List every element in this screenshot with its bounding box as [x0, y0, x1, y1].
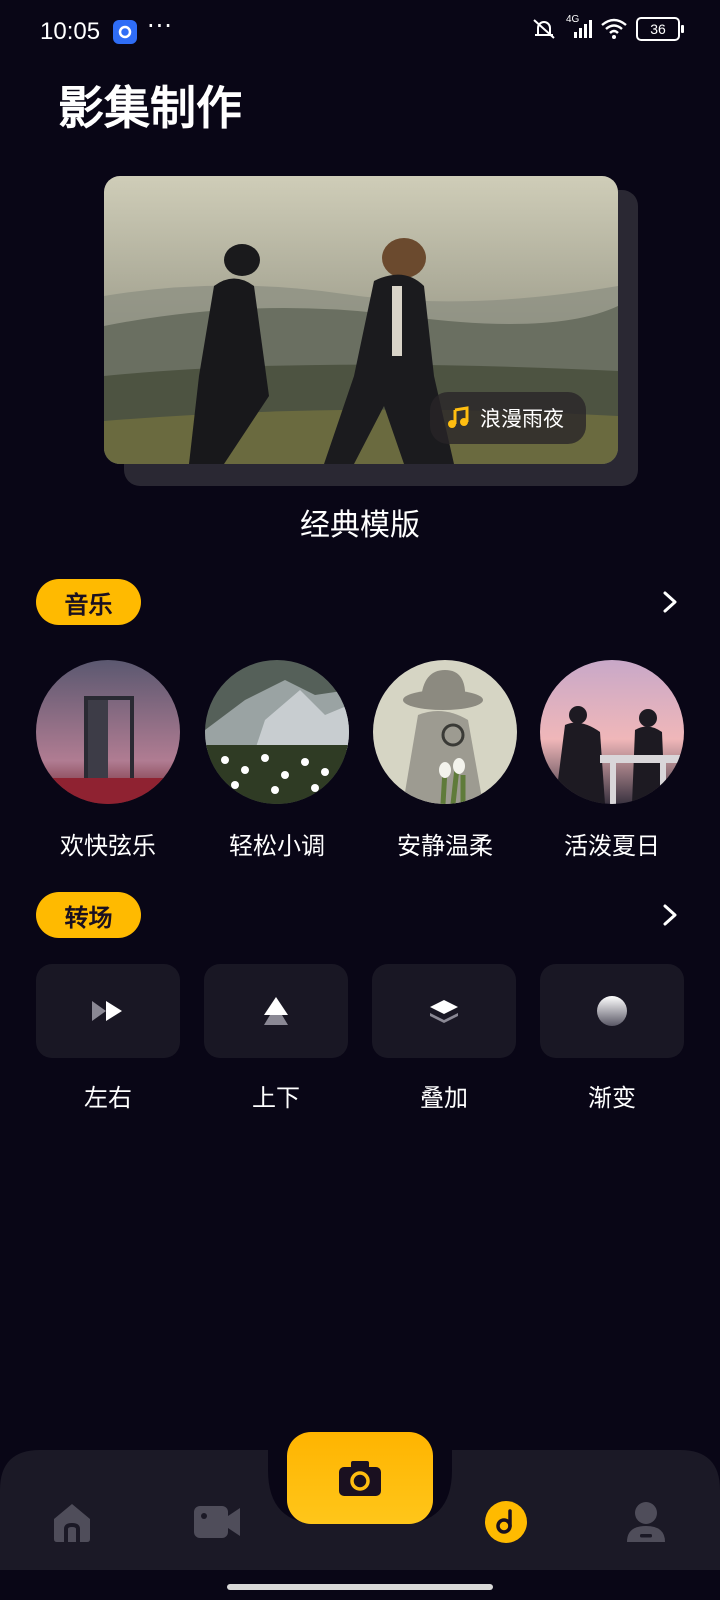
- transition-item-0[interactable]: 左右: [36, 964, 180, 1113]
- home-icon: [54, 1504, 90, 1542]
- music-item-1[interactable]: 轻松小调: [205, 660, 349, 861]
- music-item-label: 欢快弦乐: [60, 832, 156, 860]
- transition-more-chevron-icon[interactable]: [654, 899, 686, 931]
- featured-caption: 经典模版: [300, 508, 420, 543]
- transition-item-1[interactable]: 上下: [204, 964, 348, 1113]
- music-thumbnail: [373, 660, 517, 804]
- music-item-0[interactable]: 欢快弦乐: [36, 660, 180, 861]
- transition-item-label: 渐变: [588, 1084, 636, 1112]
- profile-icon: [627, 1502, 665, 1542]
- signal-icon: 4G: [566, 14, 592, 38]
- status-indicators: 4G 36: [530, 14, 684, 41]
- music-thumbnail: [540, 660, 684, 804]
- nav-home[interactable]: [44, 1494, 100, 1550]
- music-section-label: 音乐: [36, 579, 141, 625]
- music-more-chevron-icon[interactable]: [654, 586, 686, 618]
- transition-item-label: 左右: [84, 1084, 132, 1112]
- featured-music-chip[interactable]: 浪漫雨夜: [430, 392, 586, 444]
- nav-profile[interactable]: [618, 1494, 674, 1550]
- music-item-label: 轻松小调: [229, 832, 325, 860]
- music-thumbnail: [36, 660, 180, 804]
- more-notifications-icon: ···: [147, 12, 173, 40]
- transition-item-label: 上下: [252, 1084, 300, 1112]
- music-thumbnail: [205, 660, 349, 804]
- status-time: 10:05: [40, 18, 101, 45]
- battery-icon: 36: [636, 17, 684, 41]
- app-notification-icon: [113, 20, 137, 44]
- transition-item-2[interactable]: 叠加: [372, 964, 516, 1113]
- music-item-2[interactable]: 安静温柔: [373, 660, 517, 861]
- battery-level: 36: [650, 21, 666, 37]
- fast-forward-icon: [92, 1001, 122, 1021]
- transition-item-3[interactable]: 渐变: [540, 964, 684, 1113]
- wifi-icon: [601, 18, 627, 39]
- nav-music[interactable]: [478, 1494, 534, 1550]
- arrow-up-icon: [264, 997, 288, 1025]
- transition-item-label: 叠加: [420, 1084, 468, 1112]
- featured-music-name: 浪漫雨夜: [480, 407, 564, 431]
- video-camera-icon: [194, 1506, 240, 1538]
- transition-section-label: 转场: [36, 892, 141, 938]
- camera-icon: [339, 1461, 381, 1496]
- network-type: 4G: [566, 14, 580, 25]
- nav-camera-button[interactable]: [287, 1432, 433, 1524]
- home-indicator[interactable]: [227, 1584, 493, 1590]
- music-item-label: 活泼夏日: [564, 832, 660, 860]
- layers-icon: [430, 1000, 458, 1023]
- music-note-icon: [448, 406, 469, 428]
- music-disc-icon: [485, 1501, 527, 1543]
- mute-icon: [533, 19, 555, 39]
- page-title: 影集制作: [58, 81, 242, 135]
- music-item-label: 安静温柔: [397, 832, 493, 860]
- gradient-sphere-icon: [597, 996, 627, 1026]
- nav-video[interactable]: [189, 1494, 245, 1550]
- music-item-3[interactable]: 活泼夏日: [540, 660, 684, 861]
